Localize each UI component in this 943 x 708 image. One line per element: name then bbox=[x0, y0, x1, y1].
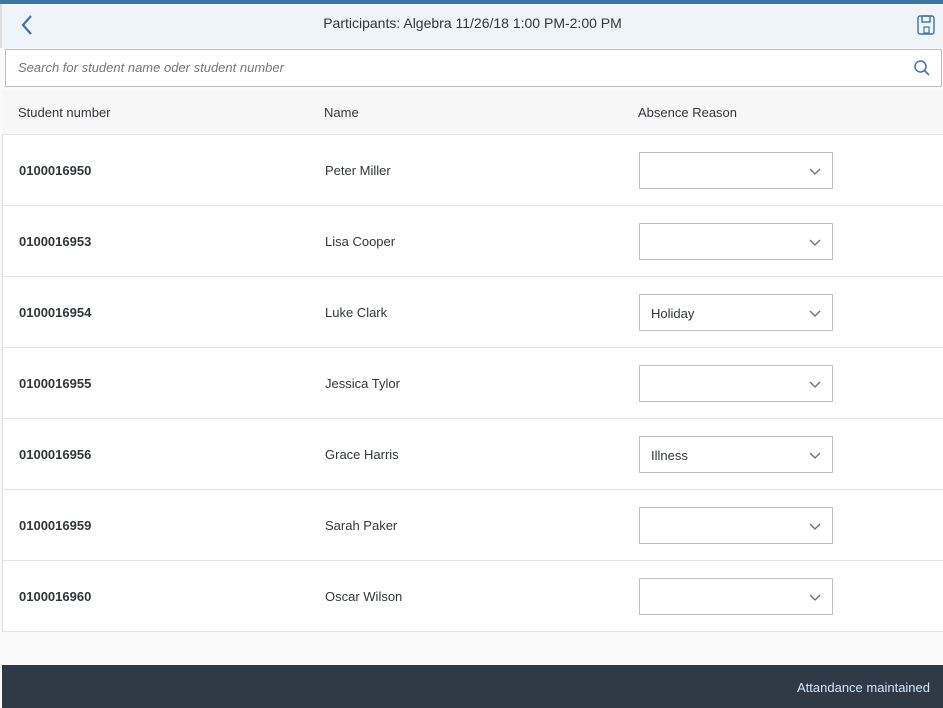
table-row: 0100016956 Grace Harris Illness bbox=[3, 419, 943, 490]
student-number: 0100016953 bbox=[19, 234, 92, 249]
student-number: 0100016959 bbox=[19, 518, 92, 533]
student-name: Jessica Tylor bbox=[325, 376, 400, 391]
table-row: 0100016960 Oscar Wilson bbox=[3, 561, 943, 632]
absence-reason-value: Holiday bbox=[651, 306, 695, 321]
student-name: Grace Harris bbox=[325, 447, 399, 462]
table-row: 0100016955 Jessica Tylor bbox=[3, 348, 943, 419]
participants-table: 0100016950 Peter Miller 0100016953 Lisa … bbox=[2, 135, 943, 632]
absence-reason-select[interactable] bbox=[639, 578, 833, 615]
save-icon bbox=[917, 15, 935, 35]
student-number: 0100016955 bbox=[19, 376, 92, 391]
absence-reason-value: Illness bbox=[651, 448, 688, 463]
save-button[interactable] bbox=[916, 14, 936, 36]
absence-reason-select[interactable]: Holiday bbox=[639, 294, 833, 331]
absence-reason-select[interactable] bbox=[639, 152, 833, 189]
chevron-down-icon bbox=[809, 381, 821, 388]
absence-reason-select[interactable] bbox=[639, 365, 833, 402]
table-row: 0100016953 Lisa Cooper bbox=[3, 206, 943, 277]
table-header: Student number Name Absence Reason bbox=[2, 90, 943, 135]
student-number: 0100016960 bbox=[19, 589, 92, 604]
absence-reason-select[interactable] bbox=[639, 507, 833, 544]
student-number: 0100016954 bbox=[19, 305, 92, 320]
chevron-down-icon bbox=[809, 594, 821, 601]
student-number: 0100016956 bbox=[19, 447, 92, 462]
student-number: 0100016950 bbox=[19, 163, 92, 178]
chevron-down-icon bbox=[809, 239, 821, 246]
search-input[interactable] bbox=[18, 60, 898, 75]
chevron-down-icon bbox=[809, 452, 821, 459]
student-name: Lisa Cooper bbox=[325, 234, 396, 249]
student-name: Oscar Wilson bbox=[325, 589, 403, 604]
attendance-maintained-button[interactable]: Attandance maintained bbox=[797, 680, 930, 695]
student-name: Luke Clark bbox=[325, 305, 388, 320]
student-name: Sarah Paker bbox=[325, 518, 398, 533]
chevron-down-icon bbox=[809, 168, 821, 175]
chevron-down-icon bbox=[809, 310, 821, 317]
page-title: Participants: Algebra 11/26/18 1:00 PM-2… bbox=[323, 15, 622, 31]
table-row: 0100016954 Luke Clark Holiday bbox=[3, 277, 943, 348]
table-row: 0100016950 Peter Miller bbox=[3, 135, 943, 206]
footer-bar: Attandance maintained bbox=[2, 665, 943, 708]
column-header-name: Name bbox=[324, 105, 359, 120]
student-name: Peter Miller bbox=[325, 163, 391, 178]
page-header: Participants: Algebra 11/26/18 1:00 PM-2… bbox=[0, 4, 943, 48]
absence-reason-select[interactable] bbox=[639, 223, 833, 260]
search-icon[interactable] bbox=[913, 59, 931, 77]
column-header-student-number: Student number bbox=[18, 105, 111, 120]
table-row: 0100016959 Sarah Paker bbox=[3, 490, 943, 561]
column-header-absence-reason: Absence Reason bbox=[638, 105, 738, 120]
search-field[interactable] bbox=[5, 49, 942, 87]
absence-reason-select[interactable]: Illness bbox=[639, 436, 833, 473]
chevron-down-icon bbox=[809, 523, 821, 530]
